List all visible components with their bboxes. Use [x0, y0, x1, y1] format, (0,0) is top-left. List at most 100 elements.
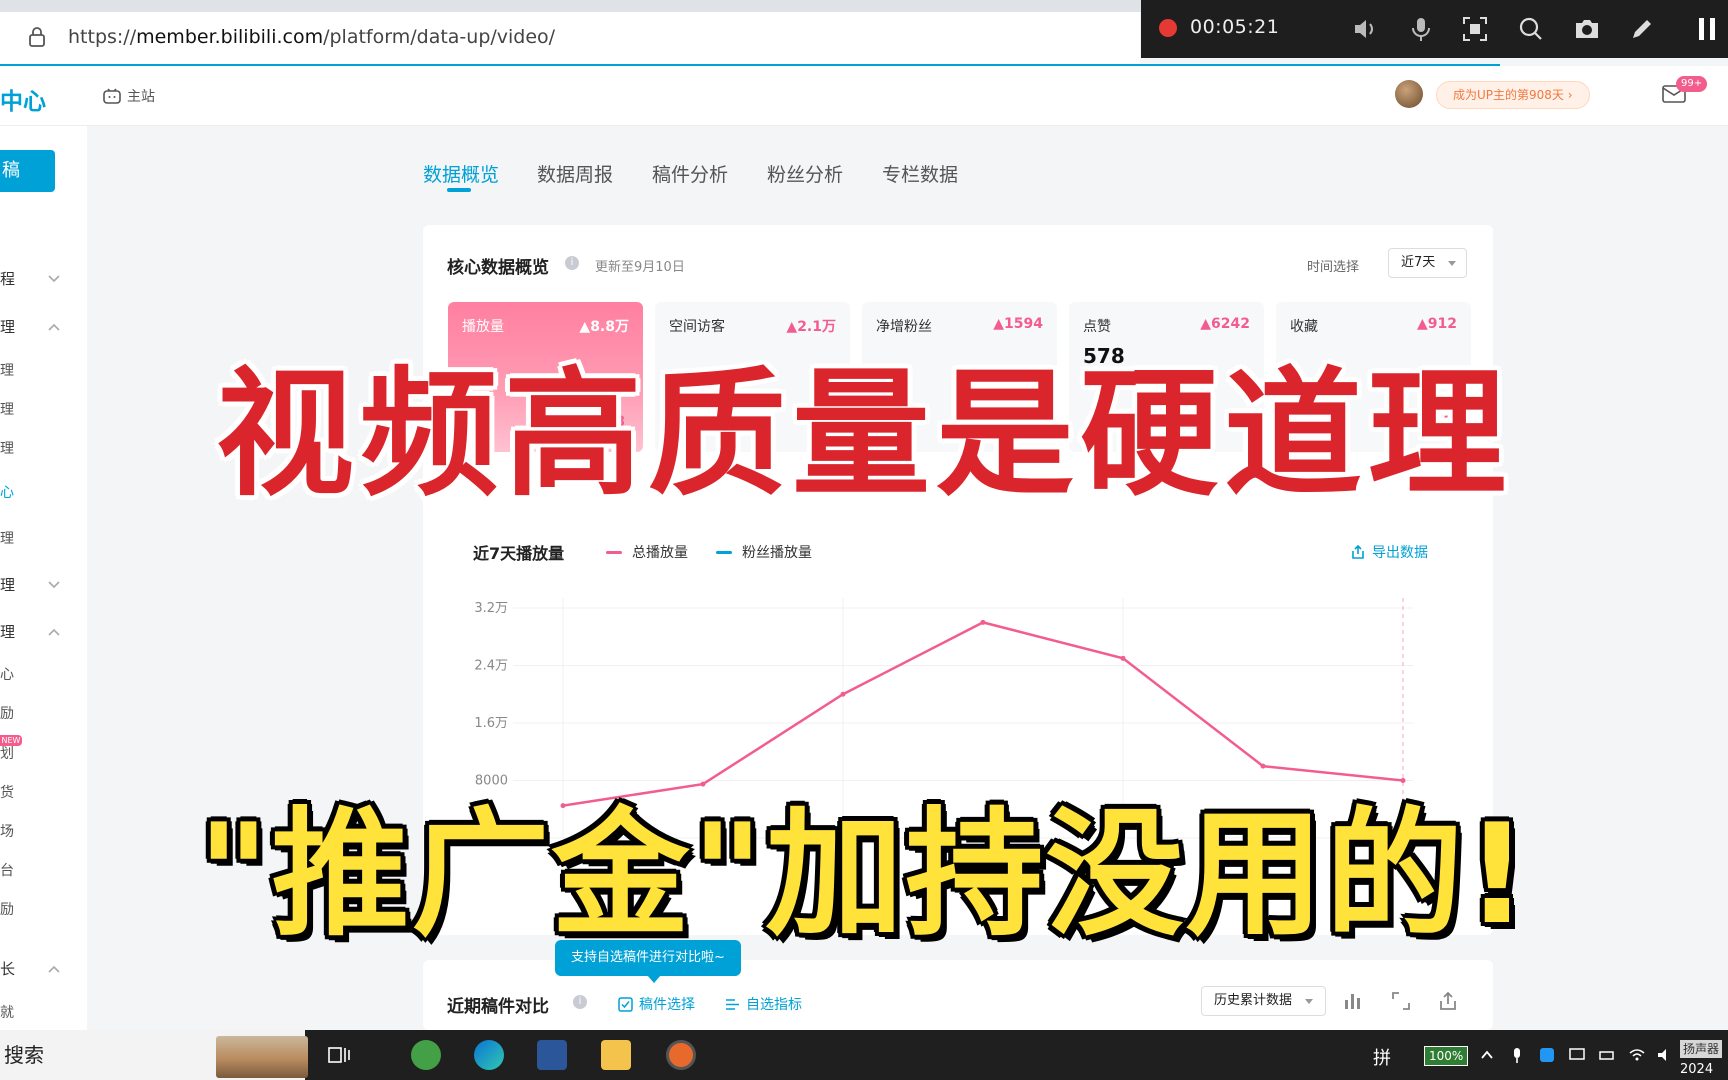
active-tab-indicator — [447, 188, 471, 192]
chevron-down-icon[interactable] — [48, 275, 60, 283]
y-tick-label: 2.4万 — [474, 659, 508, 674]
caret-down-icon — [1305, 999, 1313, 1004]
checkbox-icon — [618, 996, 633, 1012]
legend-fan-plays[interactable]: 粉丝播放量 — [716, 542, 812, 562]
tab-data-overview[interactable]: 数据概览 — [423, 160, 499, 187]
sidebar-item[interactable]: 理 — [0, 528, 14, 548]
info-icon[interactable]: i — [573, 995, 587, 1009]
brand-logo[interactable]: 创作中心 — [0, 82, 46, 116]
url-text[interactable]: https://member.bilibili.com/platform/dat… — [68, 26, 555, 48]
data-point[interactable] — [840, 691, 846, 697]
custom-metrics-link[interactable]: 自选指标 — [725, 994, 802, 1014]
data-point[interactable] — [1120, 655, 1126, 661]
y-tick-label: 1.6万 — [474, 716, 508, 731]
export-data-link[interactable]: 导出数据 — [1350, 542, 1428, 562]
caption-top: 视频高质量是硬道理 — [215, 354, 1512, 515]
caption-bottom: "推广金"加持没用的! — [197, 794, 1531, 955]
tab-video-analysis[interactable]: 稿件分析 — [652, 160, 728, 187]
custom-metrics-label: 自选指标 — [746, 997, 802, 1013]
file-explorer-icon[interactable] — [601, 1040, 631, 1070]
select-videos-link[interactable]: 稿件选择 — [618, 994, 695, 1014]
sidebar-item[interactable]: 就 — [0, 1002, 14, 1022]
legend-label: 总播放量 — [632, 545, 688, 561]
pause-icon[interactable] — [1692, 14, 1722, 44]
sidebar-item[interactable]: 划 — [0, 743, 14, 763]
chevron-down-icon[interactable] — [48, 581, 60, 589]
history-range-select[interactable]: 历史累计数据 — [1201, 986, 1326, 1016]
tab-weekly-report[interactable]: 数据周报 — [537, 160, 613, 187]
browser-app-icon[interactable] — [411, 1040, 441, 1070]
share-icon[interactable] — [1437, 990, 1459, 1012]
legend-swatch — [606, 550, 622, 554]
sidebar-item[interactable]: 心 — [0, 664, 14, 684]
battery-tray-icon[interactable] — [1598, 1046, 1616, 1064]
list-icon — [726, 998, 739, 1010]
speaker-icon[interactable] — [1350, 14, 1380, 44]
chevron-up-icon[interactable] — [48, 628, 60, 636]
edge-icon[interactable] — [474, 1040, 504, 1070]
legend-label: 粉丝播放量 — [742, 545, 812, 561]
compare-title: 近期稿件对比 — [447, 997, 549, 1017]
taskbar-clock: 2024 — [1680, 1062, 1714, 1077]
up-days-text: 成为UP主的第908天 — [1453, 88, 1564, 102]
select-videos-label: 稿件选择 — [639, 997, 695, 1013]
lock-icon — [29, 27, 45, 47]
volume-tray-icon[interactable] — [1656, 1046, 1674, 1064]
tooltip-tail — [647, 975, 661, 983]
new-badge: NEW — [0, 735, 22, 746]
chart-title: 近7天播放量 — [473, 544, 565, 563]
export-label: 导出数据 — [1372, 545, 1428, 561]
speaker-tooltip: 扬声器 — [1680, 1040, 1723, 1058]
time-range-value: 近7天 — [1401, 255, 1436, 270]
legend-swatch — [716, 550, 732, 554]
updated-date: 更新至9月10日 — [595, 260, 685, 275]
sidebar-item[interactable]: 理 — [0, 621, 15, 642]
url-prefix: https:// — [68, 26, 137, 48]
legend-total-plays[interactable]: 总播放量 — [606, 542, 688, 562]
export-icon — [1352, 544, 1364, 559]
record-timer: 00:05:21 — [1190, 16, 1280, 38]
tab-column-data[interactable]: 专栏数据 — [882, 160, 958, 187]
home-link[interactable]: 主站 — [103, 86, 155, 106]
input-method-indicator[interactable]: 拼 — [1373, 1044, 1391, 1070]
home-link-label: 主站 — [127, 89, 155, 105]
tv-icon — [103, 88, 121, 104]
info-icon[interactable]: i — [565, 256, 579, 270]
recorder-app-icon[interactable] — [666, 1040, 696, 1070]
battery-indicator[interactable]: 100% — [1424, 1046, 1469, 1066]
data-point[interactable] — [980, 619, 986, 625]
time-range-select[interactable]: 近7天 — [1388, 248, 1467, 278]
region-capture-icon[interactable] — [1460, 14, 1490, 44]
core-data-title: 核心数据概览 — [447, 258, 549, 278]
display-tray-icon[interactable] — [1568, 1046, 1586, 1064]
wifi-icon[interactable] — [1628, 1046, 1646, 1064]
security-tray-icon[interactable] — [1538, 1046, 1556, 1064]
microphone-icon[interactable] — [1406, 14, 1436, 44]
avatar[interactable] — [1395, 80, 1423, 108]
chevron-up-icon[interactable] — [48, 965, 60, 973]
sidebar-item[interactable]: 理 — [0, 574, 15, 595]
upload-button[interactable]: 稿 — [0, 150, 55, 192]
record-indicator-icon[interactable] — [1159, 19, 1177, 37]
url-host: member.bilibili.com — [136, 26, 324, 48]
camera-icon[interactable] — [1572, 14, 1602, 44]
bar-chart-icon[interactable] — [1342, 990, 1364, 1012]
search-icon[interactable] — [1516, 14, 1546, 44]
y-tick-label: 3.2万 — [474, 601, 508, 616]
pen-icon[interactable] — [1627, 14, 1657, 44]
up-days-badge[interactable]: 成为UP主的第908天 › — [1436, 81, 1590, 109]
url-path: /platform/data-up/video/ — [323, 26, 556, 48]
tab-fan-analysis[interactable]: 粉丝分析 — [767, 160, 843, 187]
search-highlight-image — [216, 1036, 308, 1078]
caret-down-icon — [1448, 261, 1456, 266]
time-select-label: 时间选择 — [1307, 260, 1360, 275]
word-icon[interactable] — [537, 1040, 567, 1070]
brand-text: 创作中心 — [0, 89, 46, 115]
sidebar-item[interactable]: 励 — [0, 703, 14, 723]
microphone-tray-icon[interactable] — [1508, 1046, 1526, 1064]
chevron-up-icon[interactable] — [1478, 1046, 1496, 1064]
history-range-value: 历史累计数据 — [1214, 993, 1293, 1008]
task-view-icon[interactable] — [327, 1044, 351, 1066]
sidebar-item[interactable]: 程 — [0, 268, 15, 289]
expand-icon[interactable] — [1390, 990, 1412, 1012]
